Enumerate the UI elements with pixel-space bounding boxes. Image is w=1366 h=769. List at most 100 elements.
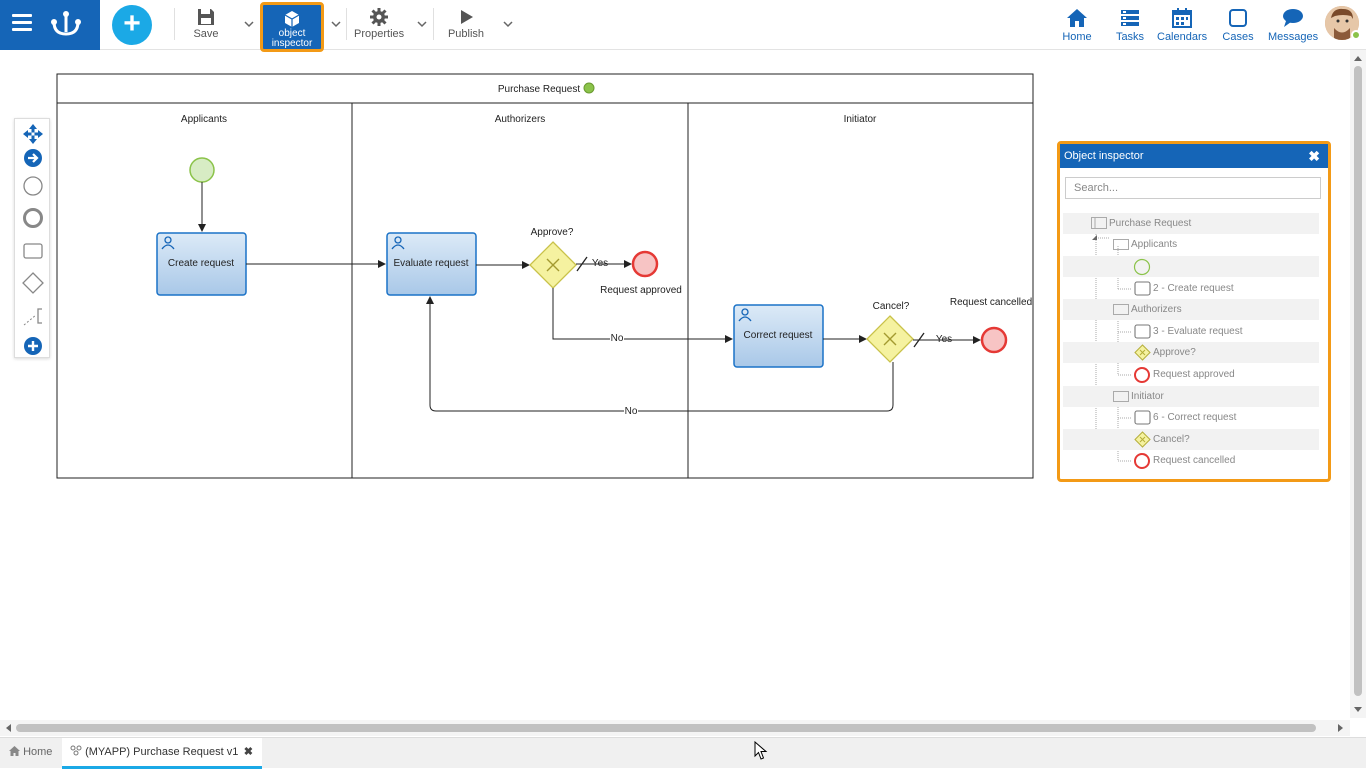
save-button[interactable]: Save [188, 0, 224, 50]
tab-process-label: (MYAPP) Purchase Request v1 [85, 746, 239, 758]
tree-item-lane[interactable]: Applicants [1063, 234, 1319, 255]
tree-item-label: Approve? [1153, 347, 1196, 358]
start-event[interactable] [189, 157, 215, 183]
toolbar-separator [346, 8, 347, 40]
tree-item-label: 6 - Correct request [1153, 412, 1237, 423]
scroll-up-icon[interactable] [1353, 54, 1363, 62]
object-inspector-header: Object inspector ✖ [1060, 144, 1328, 168]
tree-item-start-event[interactable] [1063, 256, 1319, 277]
save-icon [198, 9, 214, 25]
tree-item-end-event[interactable]: Request cancelled [1063, 450, 1319, 471]
cases-icon [1229, 9, 1247, 27]
task-correct-request[interactable]: Correct request [733, 304, 824, 368]
object-inspector-label-2: inspector [271, 38, 313, 49]
task-icon [1134, 324, 1151, 339]
nav-home[interactable]: Home [1060, 0, 1094, 50]
end-event-cancelled-label: Request cancelled [950, 297, 1032, 308]
end-event-request-cancelled[interactable] [980, 326, 1008, 354]
task-icon [1134, 281, 1151, 296]
object-inspector-button[interactable]: object inspector [260, 2, 324, 52]
tree-item-label: Authorizers [1131, 304, 1182, 315]
flow-no-label: No [611, 333, 624, 344]
task-icon [1134, 410, 1151, 425]
horizontal-scrollbar[interactable] [0, 720, 1350, 736]
app-logo-icon[interactable] [50, 10, 82, 40]
object-inspector-panel: Object inspector ✖ Purchase Request Appl… [1057, 141, 1331, 482]
tree-item-gateway[interactable]: Cancel? [1063, 429, 1319, 450]
tree-item-label: 3 - Evaluate request [1153, 326, 1243, 337]
nav-cases[interactable]: Cases [1222, 0, 1254, 50]
scroll-left-icon[interactable] [4, 723, 12, 733]
publish-label: Publish [447, 28, 485, 40]
nav-calendars[interactable]: Calendars [1157, 0, 1207, 50]
tree-item-label: Purchase Request [1109, 218, 1192, 229]
tab-home[interactable]: Home [0, 738, 62, 769]
scroll-right-icon[interactable] [1337, 723, 1345, 733]
gateway-cancel-label: Cancel? [873, 301, 910, 312]
nav-home-label: Home [1062, 31, 1092, 43]
nav-tasks[interactable]: Tasks [1114, 0, 1146, 50]
menu-icon[interactable] [12, 14, 32, 32]
tree-item-lane[interactable]: Initiator [1063, 386, 1319, 407]
end-event-request-approved[interactable] [631, 250, 659, 278]
process-icon [70, 745, 82, 756]
new-button[interactable]: + [112, 5, 152, 45]
horizontal-scroll-thumb[interactable] [16, 724, 1316, 732]
tab-process[interactable]: (MYAPP) Purchase Request v1 ✖ [62, 738, 262, 769]
bottom-tab-bar: Home (MYAPP) Purchase Request v1 ✖ [0, 737, 1366, 769]
close-icon[interactable]: ✖ [1308, 144, 1320, 168]
object-inspector-dropdown-chevron-down-icon[interactable] [329, 17, 343, 31]
task-evaluate-request[interactable]: Evaluate request [386, 232, 477, 296]
tree-item-label: Cancel? [1153, 434, 1190, 445]
toolbar-separator [433, 8, 434, 40]
tree-item-gateway[interactable]: Approve? [1063, 342, 1319, 363]
gateway-approve-label: Approve? [531, 227, 574, 238]
lane-icon [1113, 391, 1129, 402]
publish-button[interactable]: Publish [446, 0, 486, 50]
tree-item-task[interactable]: 3 - Evaluate request [1063, 321, 1319, 342]
tree-item-label: Request cancelled [1153, 455, 1236, 466]
flow-no-label: No [625, 406, 638, 417]
flow-yes-label: Yes [592, 258, 608, 269]
end-event-icon [1134, 367, 1150, 383]
scroll-down-icon[interactable] [1353, 706, 1363, 714]
nav-tasks-label: Tasks [1115, 31, 1145, 43]
home-icon [9, 746, 20, 756]
toolbar-separator [174, 8, 175, 40]
tree-item-end-event[interactable]: Request approved [1063, 364, 1319, 385]
task-create-request[interactable]: Create request [156, 232, 247, 296]
lane-initiator-label: Initiator [844, 114, 877, 125]
top-toolbar: + Save object inspector Properties Publi… [0, 0, 1366, 52]
tree-item-task[interactable]: 2 - Create request [1063, 278, 1319, 299]
end-event-icon [1134, 453, 1150, 469]
close-tab-icon[interactable]: ✖ [244, 738, 253, 766]
vertical-scrollbar[interactable] [1350, 50, 1366, 718]
end-event-approved-label: Request approved [600, 285, 682, 296]
vertical-scroll-thumb[interactable] [1354, 66, 1362, 696]
object-inspector-title: Object inspector [1064, 150, 1144, 162]
tree-item-label: 2 - Create request [1153, 283, 1234, 294]
tree-item-lane[interactable]: Authorizers [1063, 299, 1319, 320]
play-icon [461, 10, 473, 24]
nav-messages[interactable]: Messages [1268, 0, 1318, 50]
publish-dropdown-chevron-down-icon[interactable] [501, 17, 515, 31]
pool-icon [1091, 217, 1107, 229]
tab-home-label: Home [23, 746, 53, 758]
nav-messages-label: Messages [1268, 31, 1319, 43]
bpmn-diagram: Purchase Request Applicants Authorizers … [56, 73, 1034, 479]
search-input[interactable] [1065, 177, 1321, 199]
nav-cases-label: Cases [1222, 31, 1254, 43]
save-dropdown-chevron-down-icon[interactable] [242, 17, 256, 31]
home-icon [1067, 9, 1087, 27]
tree-item-pool[interactable]: Purchase Request [1063, 213, 1319, 234]
properties-button[interactable]: Properties [354, 0, 404, 50]
properties-dropdown-chevron-down-icon[interactable] [415, 17, 429, 31]
tasks-icon [1121, 10, 1139, 26]
gateway-icon [1134, 344, 1151, 361]
task-correct-request-label: Correct request [744, 330, 813, 341]
lane-icon [1113, 304, 1129, 315]
tree-item-task[interactable]: 6 - Correct request [1063, 407, 1319, 428]
calendar-icon [1172, 8, 1192, 28]
task-evaluate-request-label: Evaluate request [393, 258, 468, 269]
flow-yes-label: Yes [936, 334, 952, 345]
